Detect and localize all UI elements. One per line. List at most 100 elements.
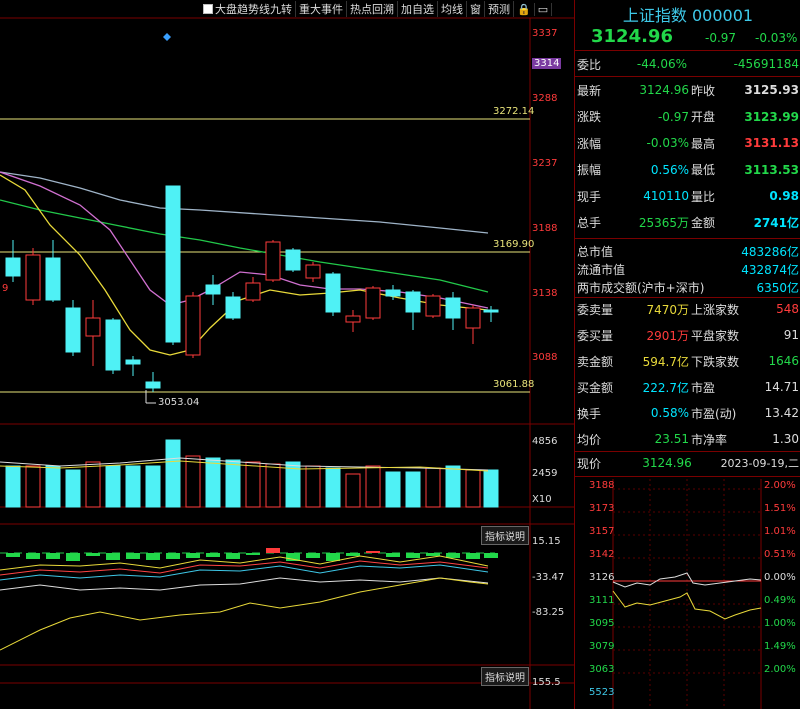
kline-chart[interactable] [0,0,574,709]
low-ref-label: 3061.88 [493,379,535,390]
volume-bar [245,461,261,508]
candle[interactable] [225,296,241,319]
candle[interactable] [245,282,261,301]
candle[interactable] [205,284,221,295]
quote-panel: 上证指数 000001 3124.96 -0.97 -0.03% 委比 -44.… [574,0,800,709]
candle[interactable] [85,317,101,337]
candle[interactable] [65,307,81,353]
stat-row: 均价 23.51 市净率 1.30 [577,432,799,447]
volume-bar [165,439,181,508]
stat-row: 委买量 2901万 平盘家数 91 [577,328,799,343]
indicator-bar [266,548,280,553]
candle[interactable] [465,307,481,329]
volume-bar [445,465,461,508]
volume-bar [305,465,321,508]
indicator-bar [326,553,340,561]
volume-label: 4856 [532,436,558,447]
candle[interactable] [165,185,181,343]
indicator-bar [206,553,220,557]
ma-long-line [0,171,489,234]
mini-price-label: 3063 [589,664,615,675]
volume-bar [365,465,381,508]
quote-row: 涨跌 -0.97 开盘 3123.99 [577,109,799,125]
stat-row: 委卖量 7470万 上涨家数 548 [577,302,799,317]
quote-row: 涨幅 -0.03% 最高 3131.13 [577,136,799,151]
volume-label: 2459 [532,468,558,479]
candle[interactable] [265,241,281,281]
volume-bar [385,471,401,508]
event-diamond-icon[interactable] [163,33,171,41]
volume-unit: X10 [532,494,552,505]
volume-bar [465,469,481,508]
candle[interactable] [345,315,361,323]
indicator-label: 15.15 [532,536,561,547]
current-price: 3124.96 [591,26,673,47]
candle[interactable] [385,289,401,297]
mini-pct-label: 2.00% [764,664,796,675]
float-cap-row: 流通市值 432874亿 [577,262,799,277]
volume-bar [483,469,499,508]
indicator-help-button[interactable]: 指标说明 [481,526,529,545]
price-label: 3188 [532,223,558,234]
indicator-bar [186,553,200,558]
left-marker: 9 [2,283,9,294]
price-label: 3337 [532,28,558,39]
candle[interactable] [325,273,341,313]
candle[interactable] [483,309,499,313]
indicator-bar [366,551,380,553]
candle[interactable] [5,257,21,277]
volume-bar [105,465,121,508]
candle[interactable] [145,381,161,389]
mini-pct-label: 2.00% [764,480,796,491]
quote-row: 振幅 0.56% 最低 3113.53 [577,162,799,178]
candle[interactable] [365,287,381,319]
volume-bar [225,459,241,508]
price-label: 3288 [532,93,558,104]
indicator-bar [386,553,400,557]
candle[interactable] [45,257,61,301]
indicator2-label: 155.5 [532,677,561,688]
candle[interactable] [25,254,41,301]
index-title: 上证指数 000001 [622,6,754,25]
candle[interactable] [425,295,441,317]
indicator-bar [426,553,440,556]
candle[interactable] [445,297,461,319]
volume-bar [125,465,141,508]
volume-bar [405,471,421,508]
indicator-bar [86,553,100,556]
now-price-row: 现价 3124.96 2023-09-19,二 [577,456,799,471]
candle[interactable] [185,295,201,356]
ma-mid-line [0,199,489,293]
indicator-bar [226,553,240,559]
mini-price-label: 3079 [589,641,615,652]
candle[interactable] [105,319,121,371]
stat-row: 买金额 222.7亿 市盈 14.71 [577,380,799,395]
stat-row: 换手 0.58% 市盈(动) 13.42 [577,406,799,421]
mini-price-label: 3095 [589,618,615,629]
mini-price-label: 3188 [589,480,615,491]
mini-price-label: 3173 [589,503,615,514]
mini-price-label: 3157 [589,526,615,537]
low-marker-label: 3053.04 [158,397,200,408]
candle[interactable] [405,291,421,313]
indicator-bar [6,553,20,557]
volume-bar [345,473,361,508]
mini-pct-label: 1.00% [764,618,796,629]
indicator-bar [484,553,498,558]
mini-pct-label: 0.51% [764,549,796,560]
volume-bar [185,455,201,508]
ma-pink-line [0,171,489,309]
price-label: 3088 [532,352,558,363]
quote-row: 总手 25365万 金额 2741亿 [577,216,799,230]
mini-pct-label: 1.49% [764,641,796,652]
mini-price-label: 3111 [589,595,615,606]
mini-price-label: 3142 [589,549,615,560]
candle[interactable] [125,359,141,365]
indicator2-help-button[interactable]: 指标说明 [481,667,529,686]
indicator-bar [126,553,140,559]
total-cap-row: 总市值 483286亿 [577,244,799,259]
candle[interactable] [285,249,301,271]
volume-bar [145,465,161,508]
price-label: 3237 [532,158,558,169]
candle[interactable] [305,264,321,279]
